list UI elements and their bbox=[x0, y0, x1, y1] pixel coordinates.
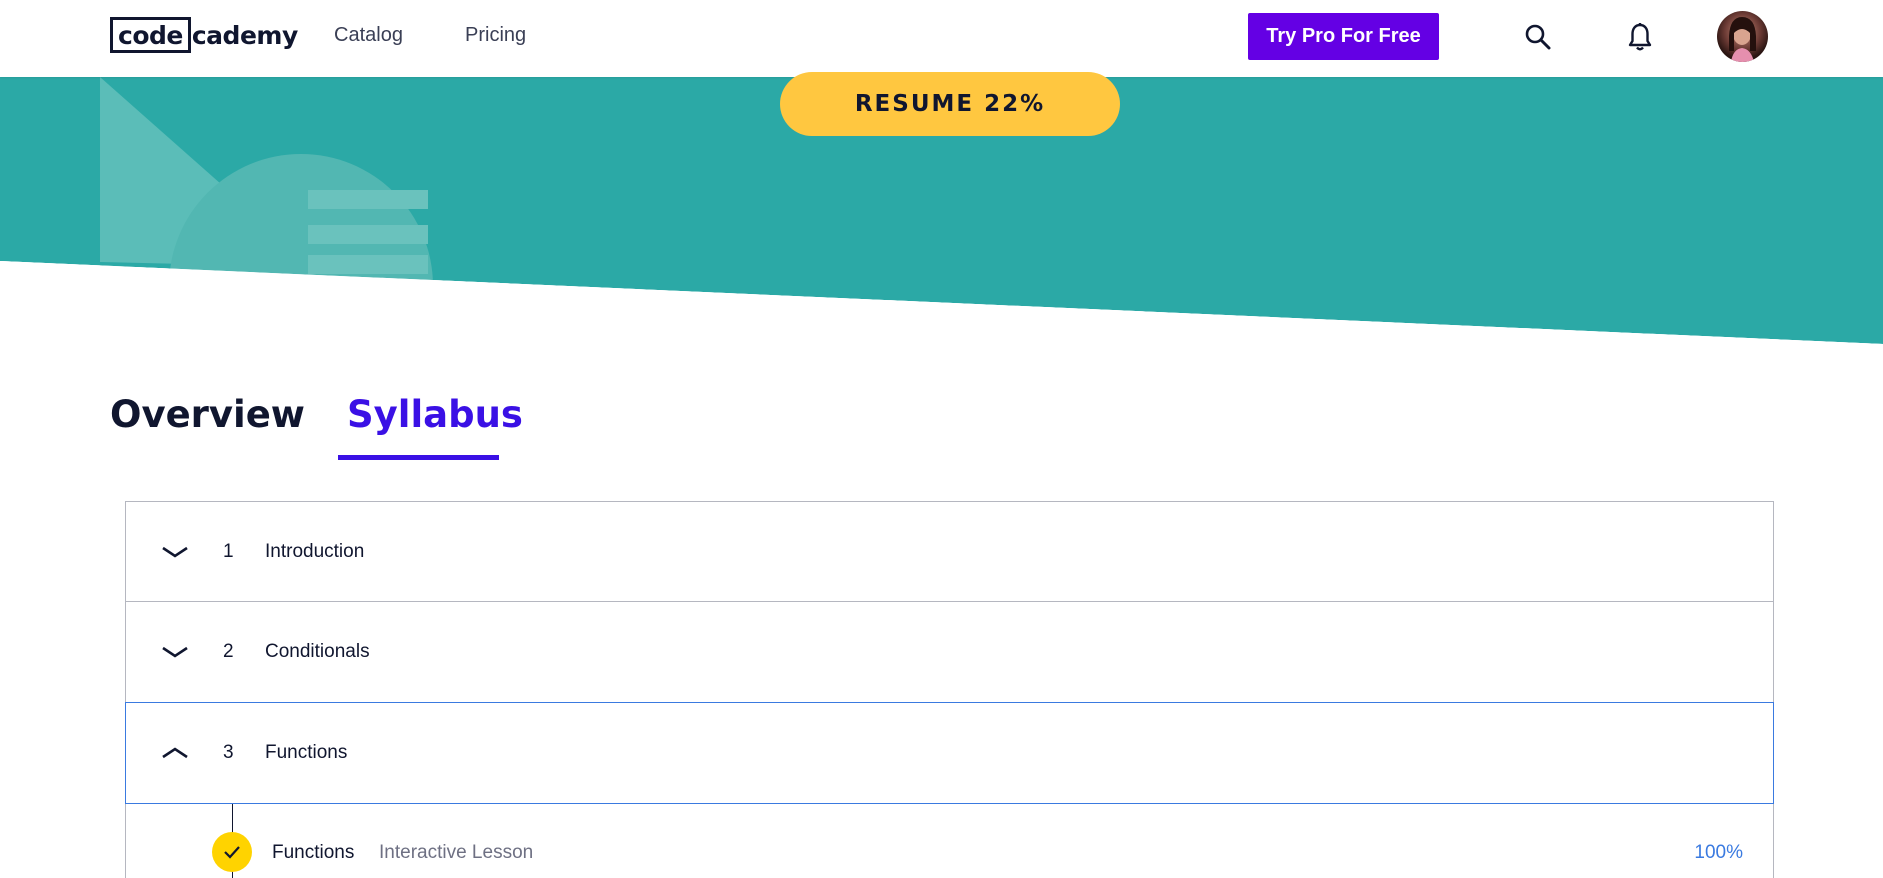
logo-text: cademy bbox=[191, 20, 298, 50]
try-pro-button[interactable]: Try Pro For Free bbox=[1248, 13, 1439, 60]
nav-catalog-link[interactable]: Catalog bbox=[334, 24, 403, 47]
chevron-down-icon bbox=[162, 546, 188, 558]
lesson-progress-percent: 100% bbox=[1694, 842, 1743, 863]
module-number: 1 bbox=[223, 541, 234, 562]
bell-icon[interactable] bbox=[1623, 20, 1657, 54]
top-nav-bar: code cademy Catalog Pricing Try Pro For … bbox=[0, 0, 1883, 77]
syllabus-list: 1 Introduction 2 Conditionals 3 Function… bbox=[125, 501, 1774, 878]
lesson-type-label: Interactive Lesson bbox=[379, 842, 534, 863]
module-row-functions[interactable]: 3 Functions bbox=[125, 702, 1774, 804]
lesson-title-link[interactable]: Functions bbox=[272, 842, 354, 864]
tab-syllabus[interactable]: Syllabus bbox=[347, 393, 523, 436]
logo-code-box: code bbox=[110, 17, 191, 53]
active-tab-indicator bbox=[338, 455, 499, 460]
chevron-down-icon bbox=[162, 646, 188, 658]
module-number: 2 bbox=[223, 641, 234, 662]
codecademy-logo[interactable]: code cademy bbox=[110, 17, 298, 53]
module-title: Functions bbox=[265, 742, 348, 763]
nav-pricing-link[interactable]: Pricing bbox=[465, 24, 526, 47]
chevron-up-icon bbox=[162, 747, 188, 759]
module-title: Conditionals bbox=[265, 641, 370, 662]
user-avatar[interactable] bbox=[1717, 11, 1768, 62]
module-number: 3 bbox=[223, 742, 234, 763]
resume-course-button[interactable]: RESUME 22% bbox=[780, 72, 1120, 136]
search-icon[interactable] bbox=[1521, 20, 1555, 54]
tab-overview[interactable]: Overview bbox=[110, 393, 305, 436]
module-row-conditionals[interactable]: 2 Conditionals bbox=[125, 602, 1774, 703]
completed-check-icon bbox=[212, 832, 252, 872]
module-row-introduction[interactable]: 1 Introduction bbox=[125, 501, 1774, 602]
lesson-row-functions: Functions Interactive Lesson 100% bbox=[125, 804, 1774, 878]
module-title: Introduction bbox=[265, 541, 365, 562]
